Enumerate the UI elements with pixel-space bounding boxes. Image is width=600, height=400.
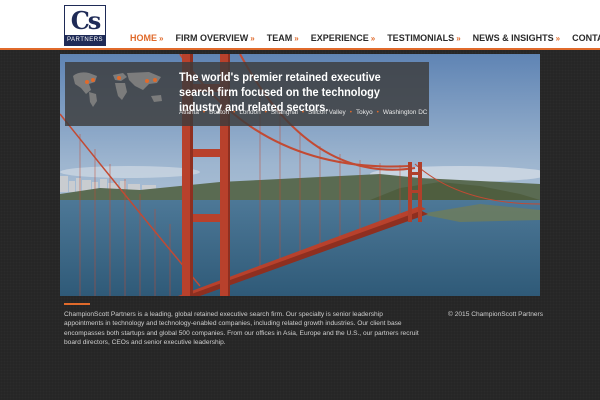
about-text: ChampionScott Partners is a leading, glo… [64, 311, 419, 347]
office-separator: • [264, 109, 267, 116]
office-location: Washington DC [382, 109, 428, 116]
office-separator: • [376, 109, 379, 116]
nav-item-label: TEAM [266, 33, 293, 43]
chevron-right-icon: » [370, 33, 376, 43]
copyright: © 2015 ChampionScott Partners [448, 311, 544, 318]
chevron-right-icon: » [456, 33, 461, 43]
nav-item-label: CONTACT [572, 33, 600, 43]
main-nav: HOME» FIRM OVERVIEW» TEAM» EXPERIENCE» TESTI… [130, 31, 600, 45]
office-location: Atlanta [179, 109, 199, 116]
office-location: Boston [209, 109, 230, 116]
office-location: Silicon Valley [308, 109, 346, 116]
logo-mark: Cs [70, 6, 102, 35]
logo-text: PARTNERS [65, 35, 105, 45]
nav-item-news-insights[interactable]: NEWS & INSIGHTS» [473, 33, 560, 43]
footer-accent-bar [64, 303, 90, 305]
nav-item-label: FIRM OVERVIEW [175, 33, 249, 43]
nav-item-firm-overview[interactable]: FIRM OVERVIEW» [175, 33, 254, 43]
chevron-right-icon: » [555, 33, 561, 43]
nav-item-home[interactable]: HOME» [130, 33, 163, 43]
office-location: Tokyo [355, 109, 373, 116]
site-header: Cs PARTNERS HOME» FIRM OVERVIEW» TEAM» EXPE… [0, 0, 600, 50]
nav-item-experience[interactable]: EXPERIENCE» [311, 33, 375, 43]
office-separator: • [301, 109, 305, 116]
nav-item-label: HOME [130, 33, 157, 43]
nav-item-team[interactable]: TEAM» [267, 33, 299, 43]
office-separator: • [233, 109, 236, 116]
nav-item-label: NEWS & INSIGHTS [472, 33, 554, 43]
world-map-icon [73, 72, 162, 107]
chevron-right-icon: » [294, 33, 299, 43]
nav-item-label: EXPERIENCE [310, 33, 369, 43]
office-location: London [239, 109, 261, 116]
nav-item-testimonials[interactable]: TESTIMONIALS» [387, 33, 460, 43]
chevron-right-icon: » [159, 33, 164, 43]
chevron-right-icon: » [250, 33, 255, 43]
logo[interactable]: Cs PARTNERS [64, 5, 106, 46]
office-location: Shanghai [270, 109, 298, 116]
office-separator: • [202, 109, 206, 116]
hero-overlay: The world's premier retained executive s… [65, 62, 429, 126]
nav-item-label: TESTIMONIALS [387, 33, 455, 43]
nav-item-contact[interactable]: CONTACT» [572, 33, 600, 43]
office-separator: • [349, 109, 352, 116]
office-locations: Atlanta • Boston • London • Shanghai • Silicon V… [179, 109, 427, 116]
